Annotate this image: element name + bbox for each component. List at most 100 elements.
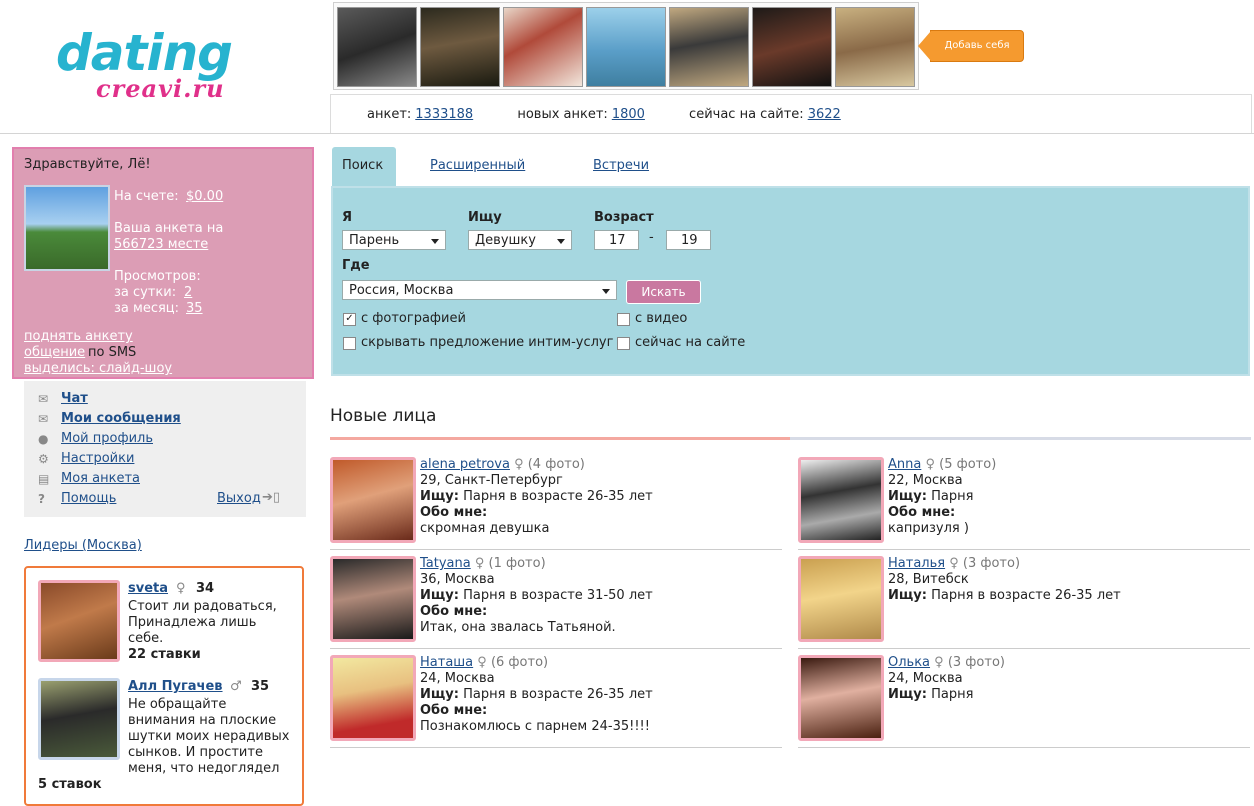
leader-age: 35 (251, 679, 270, 694)
leader-bids: 5 ставок (38, 777, 102, 792)
photo-checkbox[interactable]: ✓ (343, 313, 356, 326)
profile-city: 28, Витебск (888, 572, 969, 587)
leader-photo[interactable] (38, 580, 120, 662)
rank-label: Ваша анкета на (114, 221, 224, 236)
profile-name-link[interactable]: Олька (888, 655, 930, 670)
seek-label: Ищу: (888, 489, 927, 504)
leader-text: внимания на плоские (128, 713, 277, 728)
slideshow-link[interactable]: выделись: слайд-шоу (24, 361, 172, 376)
leaders-box: sveta ♀ 34 Стоит ли радоваться, Принадле… (24, 566, 304, 806)
strip-photo-3[interactable] (503, 7, 583, 87)
menu-help[interactable]: Помощь (61, 491, 116, 506)
user-icon: ● (38, 432, 49, 446)
strip-photo-1[interactable] (337, 7, 417, 87)
balance-link[interactable]: $0.00 (186, 189, 223, 204)
user-menu: ✉ Чат ✉ Мои сообщения ● Мой профиль ⚙ Настро… (24, 381, 306, 517)
online-checkbox[interactable] (617, 337, 630, 350)
strip-photo-7[interactable] (835, 7, 915, 87)
profile-photo[interactable] (330, 457, 416, 543)
chevron-down-icon (602, 289, 610, 294)
new-faces-divider (330, 437, 790, 440)
profile-card: Anna ♀ (5 фото) 22, Москва Ищу: Парня Об… (798, 457, 1250, 550)
i-select-value: Парень (349, 233, 400, 248)
leader-age: 34 (196, 581, 215, 596)
leader-name-link[interactable]: Алл Пугачев (128, 679, 223, 694)
photo-count: (4 фото) (527, 457, 585, 472)
profile-photo[interactable] (798, 457, 884, 543)
profiles-label: анкет: (367, 107, 412, 122)
tab-advanced[interactable]: Расширенный (430, 158, 525, 173)
profile-seek: Парня (931, 687, 974, 702)
tab-meetings[interactable]: Встречи (593, 158, 649, 173)
profile-card: Наташа ♀ (6 фото) 24, Москва Ищу: Парня … (330, 655, 782, 748)
leader-text: себе. (128, 631, 164, 646)
rank-link[interactable]: 566723 месте (114, 237, 208, 252)
strip-photo-2[interactable] (420, 7, 500, 87)
profile-photo[interactable] (330, 556, 416, 642)
menu-messages[interactable]: Мои сообщения (61, 411, 181, 426)
raise-profile-link[interactable]: поднять анкету (24, 329, 133, 344)
site-stats: анкет: 1333188 новых анкет: 1800 сейчас на… (330, 94, 1252, 133)
profile-photo[interactable] (798, 556, 884, 642)
profile-photo[interactable] (798, 655, 884, 741)
about-label: Обо мне: (888, 505, 956, 520)
profile-name-link[interactable]: Anna (888, 457, 921, 472)
new-profiles-link[interactable]: 1800 (612, 107, 645, 122)
new-faces-divider (790, 437, 1251, 440)
logo-sub-text: creavi.ru (96, 74, 225, 103)
profile-name-link[interactable]: alena petrova (420, 457, 510, 472)
views-day-link[interactable]: 2 (184, 285, 192, 300)
profile-seek: Парня (931, 489, 974, 504)
profile-card: alena petrova ♀ (4 фото) 29, Санкт-Петер… (330, 457, 782, 550)
site-logo[interactable]: dating creavi.ru (56, 24, 276, 110)
search-button[interactable]: Искать (626, 280, 701, 304)
add-yourself-button[interactable]: Добавь себя (918, 30, 1024, 62)
profile-city: 24, Москва (888, 671, 963, 686)
seek-label: Ищу: (888, 588, 927, 603)
age-to-input[interactable]: 19 (666, 230, 711, 250)
views-month-link[interactable]: 35 (186, 301, 203, 316)
logout-icon[interactable]: ➔▯ (262, 490, 280, 505)
profile-photo[interactable] (330, 655, 416, 741)
help-icon: ? (38, 492, 45, 506)
menu-settings[interactable]: Настройки (61, 451, 134, 466)
female-icon: ♀ (921, 457, 940, 472)
photo-strip (333, 2, 919, 90)
profile-name-link[interactable]: Наташа (420, 655, 473, 670)
menu-my-form[interactable]: Моя анкета (61, 471, 140, 486)
logout-link[interactable]: Выход (217, 491, 261, 506)
strip-photo-4[interactable] (586, 7, 666, 87)
menu-chat[interactable]: Чат (61, 391, 88, 406)
chevron-down-icon (557, 239, 565, 244)
leader-photo[interactable] (38, 678, 120, 760)
age-from-input[interactable]: 17 (594, 230, 639, 250)
profile-name-link[interactable]: Tatyana (420, 556, 471, 571)
i-select[interactable]: Парень (342, 230, 446, 250)
hide-intim-checkbox[interactable] (343, 337, 356, 350)
profile-name-link[interactable]: Наталья (888, 556, 945, 571)
location-select-value: Россия, Москва (349, 283, 454, 298)
profile-card: Олька ♀ (3 фото) 24, Москва Ищу: Парня (798, 655, 1250, 748)
female-icon: ♀ (945, 556, 963, 571)
profile-city: 29, Санкт-Петербург (420, 473, 563, 488)
leader-name-link[interactable]: sveta (128, 581, 168, 596)
leaders-title-link[interactable]: Лидеры (Москва) (24, 538, 142, 553)
seek-select[interactable]: Девушку (468, 230, 572, 250)
strip-photo-6[interactable] (752, 7, 832, 87)
online-count-link[interactable]: 3622 (808, 107, 841, 122)
video-checkbox-label: с видео (635, 311, 688, 326)
user-panel: Здравствуйте, Лё! На счете: $0.00 Ваша а… (12, 147, 314, 379)
profile-about: капризуля ) (888, 521, 969, 536)
profile-city: 22, Москва (888, 473, 963, 488)
profile-about: скромная девушка (420, 521, 550, 536)
menu-profile[interactable]: Мой профиль (61, 431, 153, 446)
location-select[interactable]: Россия, Москва (342, 280, 617, 300)
sms-link[interactable]: общение (24, 345, 85, 360)
video-checkbox[interactable] (617, 313, 630, 326)
user-avatar[interactable] (24, 185, 110, 271)
profiles-count-link[interactable]: 1333188 (415, 107, 473, 122)
tab-search[interactable]: Поиск (332, 147, 396, 187)
strip-photo-5[interactable] (669, 7, 749, 87)
seek-label: Ищу: (420, 489, 459, 504)
photo-checkbox-label: с фотографией (361, 311, 466, 326)
